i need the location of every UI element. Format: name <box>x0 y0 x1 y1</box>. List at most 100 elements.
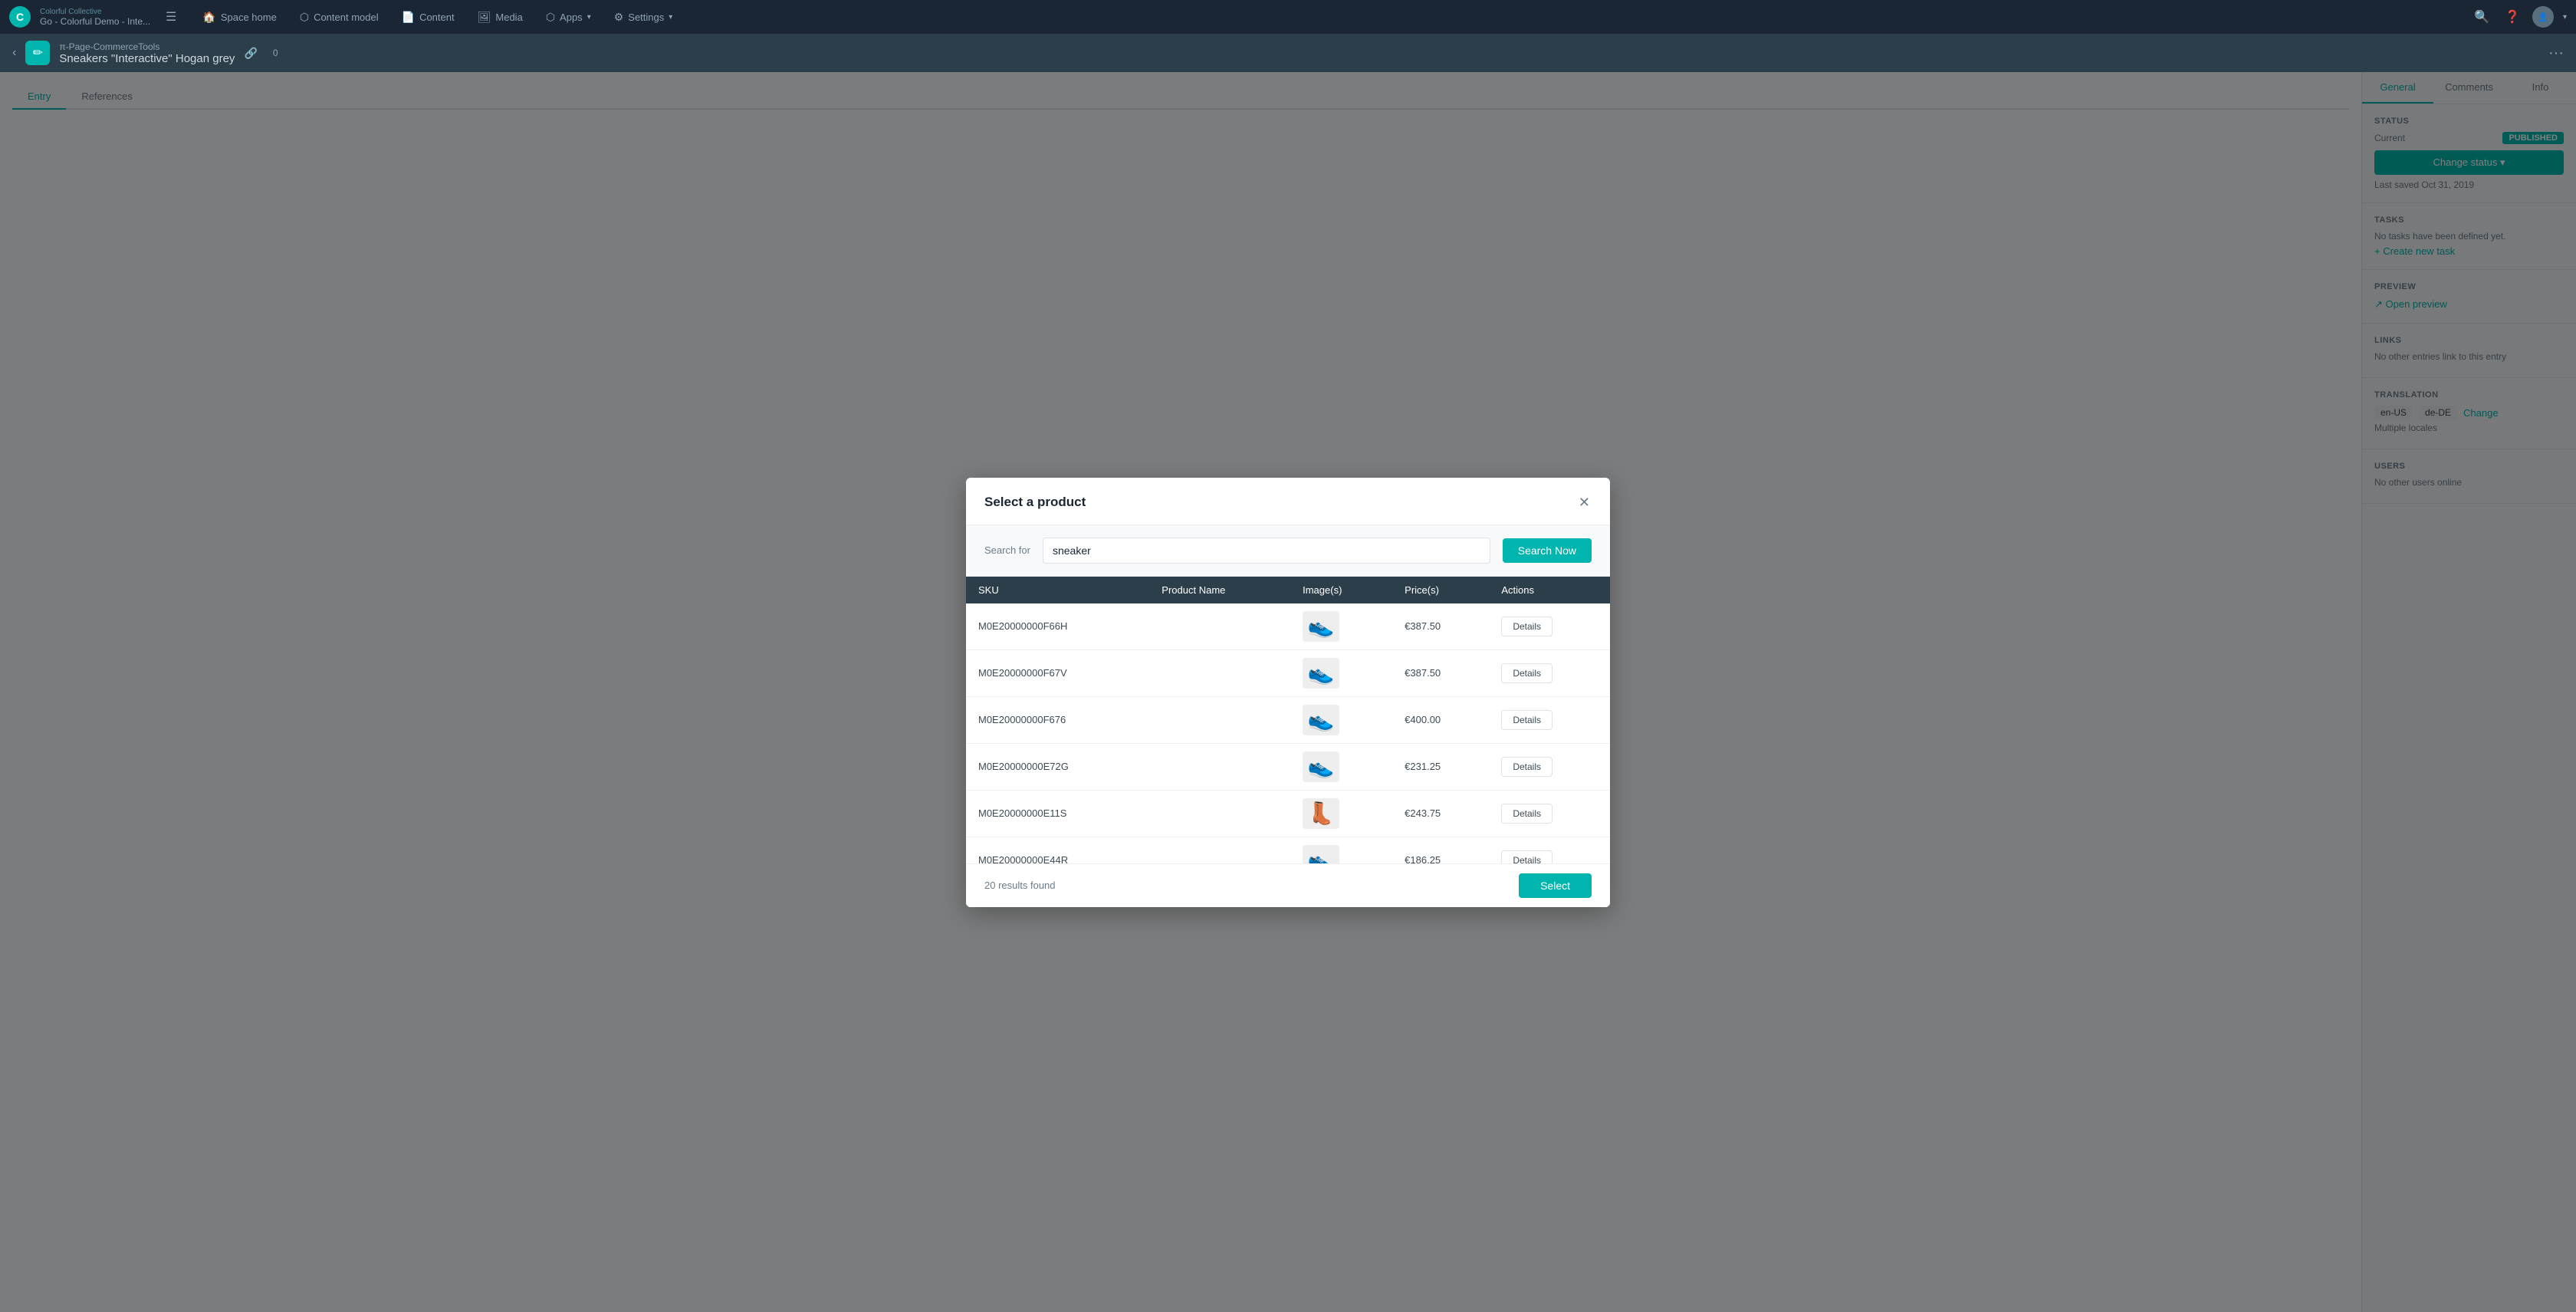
cell-actions: Details <box>1489 837 1610 863</box>
nav-tab-space-home[interactable]: 🏠 Space home <box>192 6 287 28</box>
product-image: 👟 <box>1303 845 1339 863</box>
nav-tabs: 🏠 Space home ⬡ Content model 📄 Content 🖼… <box>192 6 2468 28</box>
cell-image: 👟 <box>1290 603 1392 650</box>
nav-tab-media[interactable]: 🖼 Media <box>467 6 534 28</box>
modal-close-button[interactable]: ✕ <box>1577 493 1592 512</box>
cell-price: €387.50 <box>1392 603 1489 650</box>
nav-tab-content-model[interactable]: ⬡ Content model <box>289 6 389 28</box>
products-tbody: M0E20000000F66H 👟 €387.50 Details M0E200… <box>966 603 1610 863</box>
modal-header: Select a product ✕ <box>966 478 1610 525</box>
search-for-label: Search for <box>984 544 1030 556</box>
nav-tab-apps[interactable]: ⬡ Apps ▾ <box>535 6 602 28</box>
cell-product-name <box>1149 696 1290 743</box>
cell-image: 👟 <box>1290 837 1392 863</box>
cell-actions: Details <box>1489 603 1610 650</box>
table-row: M0E20000000F676 👟 €400.00 Details <box>966 696 1610 743</box>
apps-icon: ⬡ <box>546 11 555 24</box>
help-icon[interactable]: ❓ <box>2502 6 2523 28</box>
nav-tab-settings[interactable]: ⚙ Settings ▾ <box>603 6 684 28</box>
user-avatar[interactable]: 👤 <box>2532 6 2554 28</box>
entry-info: π-Page-CommerceTools Sneakers "Interacti… <box>59 41 235 65</box>
sneaker-emoji: 👟 <box>1308 660 1335 686</box>
sub-navigation: ‹ ✏ π-Page-CommerceTools Sneakers "Inter… <box>0 34 2576 72</box>
sneaker-emoji: 👟 <box>1308 613 1335 639</box>
select-button[interactable]: Select <box>1519 873 1592 898</box>
content-model-icon: ⬡ <box>300 11 309 24</box>
cell-price: €387.50 <box>1392 649 1489 696</box>
col-images: Image(s) <box>1290 577 1392 603</box>
col-sku: SKU <box>966 577 1149 603</box>
more-options-button[interactable]: ··· <box>2548 44 2564 62</box>
entry-title: Sneakers "Interactive" Hogan grey <box>59 52 235 65</box>
cell-price: €400.00 <box>1392 696 1489 743</box>
cell-actions: Details <box>1489 649 1610 696</box>
table-header: SKU Product Name Image(s) Price(s) Actio… <box>966 577 1610 603</box>
modal-footer: 20 results found Select <box>966 863 1610 907</box>
cell-image: 👟 <box>1290 696 1392 743</box>
cell-sku: M0E20000000F66H <box>966 603 1149 650</box>
nav-tab-content[interactable]: 📄 Content <box>391 6 465 28</box>
settings-icon: ⚙ <box>614 11 624 24</box>
table-row: M0E20000000E44R 👟 €186.25 Details <box>966 837 1610 863</box>
breadcrumb: π-Page-CommerceTools <box>59 41 235 52</box>
search-icon[interactable]: 🔍 <box>2471 6 2492 28</box>
table-row: M0E20000000F67V 👟 €387.50 Details <box>966 649 1610 696</box>
app-logo[interactable]: C <box>9 6 31 28</box>
details-button[interactable]: Details <box>1501 850 1552 863</box>
search-input[interactable] <box>1043 538 1490 564</box>
apps-chevron-icon: ▾ <box>587 13 591 21</box>
product-image: 👢 <box>1303 798 1339 829</box>
details-button[interactable]: Details <box>1501 710 1552 730</box>
media-icon: 🖼 <box>478 11 491 24</box>
settings-chevron-icon: ▾ <box>669 13 672 21</box>
entry-icon: ✏ <box>25 41 50 65</box>
cell-price: €243.75 <box>1392 790 1489 837</box>
product-image: 👟 <box>1303 705 1339 735</box>
details-button[interactable]: Details <box>1501 757 1552 777</box>
links-count: 0 <box>273 48 278 58</box>
product-image: 👟 <box>1303 751 1339 782</box>
back-button[interactable]: ‹ <box>12 46 16 60</box>
menu-icon[interactable]: ☰ <box>166 9 176 25</box>
sneaker-emoji: 👟 <box>1308 754 1335 779</box>
cell-product-name <box>1149 743 1290 790</box>
modal-title: Select a product <box>984 495 1086 510</box>
cell-product-name <box>1149 837 1290 863</box>
search-input-wrapper <box>1043 538 1490 564</box>
select-product-modal: Select a product ✕ Search for Search Now… <box>966 478 1610 907</box>
content-area: Entry References General Comments Info S… <box>0 72 2576 1312</box>
products-table: SKU Product Name Image(s) Price(s) Actio… <box>966 577 1610 863</box>
cell-sku: M0E20000000F676 <box>966 696 1149 743</box>
cell-sku: M0E20000000F67V <box>966 649 1149 696</box>
cell-product-name <box>1149 603 1290 650</box>
cell-price: €186.25 <box>1392 837 1489 863</box>
content-icon: 📄 <box>402 11 415 24</box>
col-price: Price(s) <box>1392 577 1489 603</box>
product-image: 👟 <box>1303 658 1339 689</box>
brand-name: Colorful Collective <box>40 8 150 16</box>
links-icon: 🔗 <box>244 47 257 60</box>
cell-product-name <box>1149 790 1290 837</box>
cell-actions: Details <box>1489 743 1610 790</box>
cell-price: €231.25 <box>1392 743 1489 790</box>
top-nav-right: 🔍 ❓ 👤 ▾ <box>2471 6 2567 28</box>
modal-search-row: Search for Search Now <box>966 525 1610 577</box>
home-icon: 🏠 <box>202 11 215 24</box>
cell-sku: M0E20000000E44R <box>966 837 1149 863</box>
details-button[interactable]: Details <box>1501 804 1552 824</box>
modal-overlay: Select a product ✕ Search for Search Now… <box>0 72 2576 1312</box>
cell-image: 👟 <box>1290 743 1392 790</box>
tab-title: Go - Colorful Demo - Inte... <box>40 16 150 27</box>
table-row: M0E20000000E11S 👢 €243.75 Details <box>966 790 1610 837</box>
cell-sku: M0E20000000E11S <box>966 790 1149 837</box>
details-button[interactable]: Details <box>1501 617 1552 636</box>
cell-sku: M0E20000000E72G <box>966 743 1149 790</box>
details-button[interactable]: Details <box>1501 663 1552 683</box>
cell-actions: Details <box>1489 696 1610 743</box>
top-navigation: C Colorful Collective Go - Colorful Demo… <box>0 0 2576 34</box>
col-product-name: Product Name <box>1149 577 1290 603</box>
avatar-chevron-icon[interactable]: ▾ <box>2563 13 2567 21</box>
cell-image: 👢 <box>1290 790 1392 837</box>
search-now-button[interactable]: Search Now <box>1503 538 1592 563</box>
modal-table-wrapper: SKU Product Name Image(s) Price(s) Actio… <box>966 577 1610 863</box>
